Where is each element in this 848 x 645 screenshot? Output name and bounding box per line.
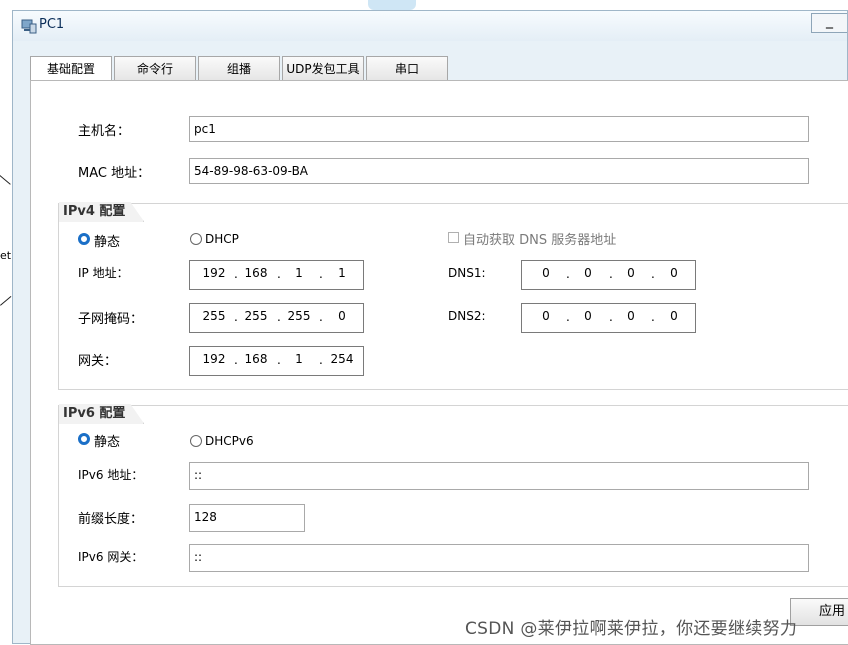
ip-dot: . (651, 267, 655, 281)
dns2-octet-3: 0 (627, 309, 635, 323)
topology-link (0, 175, 11, 185)
apply-button[interactable]: 应用 (790, 598, 848, 626)
gw-octet-4: 254 (330, 352, 354, 366)
tab-basic-config[interactable]: 基础配置 (30, 56, 112, 82)
topology-link (0, 296, 12, 306)
dns1-octet-1: 0 (542, 266, 550, 280)
pc-icon (21, 19, 37, 34)
ip-dot: . (651, 310, 655, 324)
prefix-length-input[interactable]: 128 (189, 504, 305, 532)
ipv6-gateway-label: IPv6 网关： (78, 550, 144, 564)
dns2-label: DNS2: (448, 309, 486, 323)
basic-config-panel: 主机名： pc1 MAC 地址： 54-89-98-63-09-BA IPv4 … (30, 80, 848, 645)
mask-octet-1: 255 (202, 309, 226, 323)
ip-octet-3: 1 (295, 266, 303, 280)
gw-octet-3: 1 (295, 352, 303, 366)
auto-dns-label: 自动获取 DNS 服务器地址 (463, 233, 617, 248)
tab-command-line[interactable]: 命令行 (114, 56, 196, 80)
background-device-icon (368, 0, 416, 10)
ipv6-static-radio[interactable] (78, 433, 90, 445)
dns1-label: DNS1: (448, 266, 486, 280)
pc1-config-window: PC1 _ 基础配置 命令行 组播 UDP发包工具 串口 主机名： pc1 MA… (12, 10, 848, 645)
mac-input[interactable]: 54-89-98-63-09-BA (189, 158, 809, 184)
gw-octet-2: 168 (244, 352, 268, 366)
subnet-mask-label: 子网掩码： (78, 312, 144, 327)
dns2-octet-2: 0 (584, 309, 592, 323)
ipv6-address-label: IPv6 地址： (78, 468, 144, 482)
tab-serial[interactable]: 串口 (366, 56, 448, 80)
mac-label: MAC 地址： (78, 166, 151, 181)
dns1-input[interactable]: 0 . 0 . 0 . 0 (521, 260, 696, 290)
gateway-input[interactable]: 192 . 168 . 1 . 254 (189, 346, 364, 376)
ipv4-section-title: IPv4 配置 (59, 202, 144, 222)
mask-octet-3: 255 (287, 309, 311, 323)
ipv4-static-label[interactable]: 静态 (94, 231, 120, 250)
gw-octet-1: 192 (202, 352, 226, 366)
ipv6-static-label[interactable]: 静态 (94, 431, 120, 450)
dns1-octet-2: 0 (584, 266, 592, 280)
ipv4-dhcp-label[interactable]: DHCP (205, 232, 239, 246)
ip-dot: . (319, 353, 323, 367)
mask-octet-4: 0 (338, 309, 346, 323)
ipv6-dhcp-radio[interactable] (190, 435, 202, 447)
ip-address-label: IP 地址： (78, 266, 129, 280)
csdn-watermark: CSDN @莱伊拉啊莱伊拉，你还要继续努力 (465, 619, 798, 639)
dns2-octet-1: 0 (542, 309, 550, 323)
ipv4-dhcp-radio[interactable] (190, 233, 202, 245)
tab-udp-tool[interactable]: UDP发包工具 (282, 56, 364, 80)
mask-octet-2: 255 (244, 309, 268, 323)
title-bar[interactable]: PC1 _ (13, 11, 847, 41)
dns2-input[interactable]: 0 . 0 . 0 . 0 (521, 303, 696, 333)
auto-dns-checkbox[interactable] (448, 232, 459, 243)
ipv6-dhcp-label[interactable]: DHCPv6 (205, 434, 254, 448)
gateway-label: 网关： (78, 354, 118, 369)
hostname-input[interactable]: pc1 (189, 116, 809, 142)
ip-octet-4: 1 (338, 266, 346, 280)
hostname-label: 主机名： (78, 124, 131, 139)
ip-dot: . (319, 310, 323, 324)
dns2-octet-4: 0 (670, 309, 678, 323)
ipv6-address-input[interactable]: :: (189, 462, 809, 490)
ip-octet-1: 192 (202, 266, 226, 280)
ipv6-section-title: IPv6 配置 (59, 404, 144, 424)
tab-multicast[interactable]: 组播 (198, 56, 280, 80)
subnet-mask-input[interactable]: 255 . 255 . 255 . 0 (189, 303, 364, 333)
dns1-octet-3: 0 (627, 266, 635, 280)
prefix-length-label: 前缀长度： (78, 512, 144, 527)
dns1-octet-4: 0 (670, 266, 678, 280)
window-title: PC1 (39, 17, 65, 32)
ipv4-static-radio[interactable] (78, 233, 90, 245)
ipv6-gateway-input[interactable]: :: (189, 544, 809, 572)
ip-dot: . (319, 267, 323, 281)
ip-octet-2: 168 (244, 266, 268, 280)
device-label-partial: et (0, 249, 12, 262)
ip-address-input[interactable]: 192 . 168 . 1 . 1 (189, 260, 364, 290)
minimize-button[interactable]: _ (811, 13, 847, 33)
